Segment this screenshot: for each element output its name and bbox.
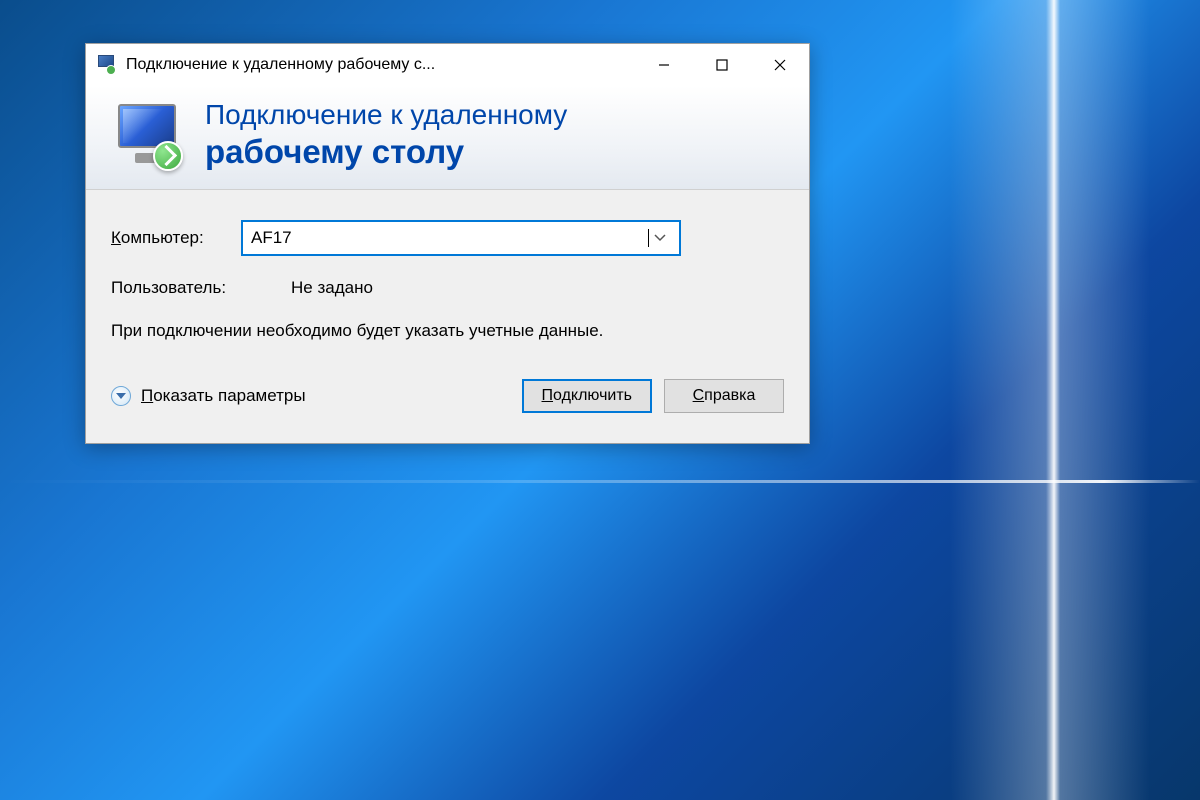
maximize-button[interactable] <box>693 44 751 86</box>
minimize-icon <box>657 58 671 72</box>
header-title-line2: рабочему столу <box>205 132 567 172</box>
rdp-header-icon <box>111 99 183 171</box>
expand-circle-icon <box>111 386 131 406</box>
chevron-down-icon <box>654 234 666 242</box>
help-button[interactable]: Справка <box>664 379 784 413</box>
minimize-button[interactable] <box>635 44 693 86</box>
maximize-icon <box>715 58 729 72</box>
user-label: Пользователь: <box>111 278 291 298</box>
connect-button[interactable]: Подключить <box>522 379 652 413</box>
rdp-titlebar-icon <box>96 55 116 75</box>
computer-input[interactable] <box>251 222 647 254</box>
titlebar[interactable]: Подключение к удаленному рабочему с... <box>86 44 809 86</box>
action-buttons: Подключить Справка <box>522 379 784 413</box>
computer-combobox[interactable] <box>241 220 681 256</box>
desktop-light-horizontal <box>0 480 1200 483</box>
dialog-header: Подключение к удаленному рабочему столу <box>86 86 809 190</box>
computer-row: Компьютер: <box>111 220 784 256</box>
dialog-footer: Показать параметры Подключить Справка <box>111 379 784 428</box>
chevron-down-icon <box>116 393 126 399</box>
show-options-button[interactable]: Показать параметры <box>111 386 522 406</box>
show-options-label: Показать параметры <box>141 386 306 406</box>
combo-dropdown-button[interactable] <box>649 231 671 245</box>
user-value: Не задано <box>291 278 373 298</box>
window-title: Подключение к удаленному рабочему с... <box>126 56 635 74</box>
user-row: Пользователь: Не задано <box>111 278 784 298</box>
header-title-group: Подключение к удаленному рабочему столу <box>205 98 567 171</box>
desktop-light-vertical <box>950 0 1150 800</box>
computer-label: Компьютер: <box>111 228 241 248</box>
header-title-line1: Подключение к удаленному <box>205 98 567 132</box>
close-button[interactable] <box>751 44 809 86</box>
dialog-body: Компьютер: Пользователь: Не задано При п… <box>86 190 809 443</box>
credentials-info: При подключении необходимо будет указать… <box>111 318 784 344</box>
window-controls <box>635 44 809 86</box>
rdp-dialog: Подключение к удаленному рабочему с... П… <box>85 43 810 444</box>
close-icon <box>773 58 787 72</box>
